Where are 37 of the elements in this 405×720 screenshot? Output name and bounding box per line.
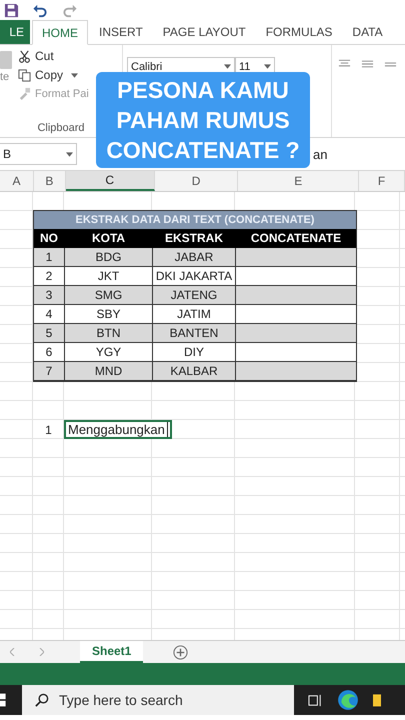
scissors-icon	[18, 50, 31, 62]
search-field[interactable]: Type here to search	[22, 685, 294, 715]
table-cell: MND	[65, 362, 153, 381]
cell-number: 1	[44, 422, 53, 436]
group-label: Clipboard	[36, 122, 86, 134]
name-box[interactable]: B	[0, 143, 77, 165]
search-icon	[34, 692, 49, 708]
copy-button[interactable]: Copy	[18, 68, 89, 82]
save-icon[interactable]	[4, 2, 19, 18]
brush-icon	[18, 87, 31, 100]
dropdown-arrow-icon[interactable]	[71, 72, 78, 78]
cut-button[interactable]: Cut	[18, 49, 89, 63]
dropdown-arrow-icon[interactable]	[66, 152, 73, 156]
ribbon-tab[interactable]: LE	[0, 20, 30, 44]
ribbon-tab[interactable]: HOME	[32, 20, 88, 45]
column-header[interactable]: E	[238, 171, 360, 191]
table-title: EKSTRAK DATA DARI TEXT (CONCATENATE)	[34, 211, 356, 229]
task-view-icon[interactable]	[308, 692, 323, 708]
paste-label[interactable]: te	[0, 71, 14, 83]
table-cell: KALBAR	[153, 362, 236, 381]
sheet-tab[interactable]: Sheet1	[80, 641, 144, 663]
formula-field[interactable]: an	[313, 146, 328, 162]
column-header[interactable]: D	[154, 171, 238, 191]
video-caption: PESONA KAMU PAHAM RUMUS CONCATENATE ?	[96, 72, 310, 168]
align-middle-icon[interactable]	[361, 59, 374, 69]
table-cell: 7	[34, 362, 65, 381]
column-header[interactable]: C	[66, 171, 155, 191]
align-top-icon[interactable]	[338, 59, 351, 69]
browser-icon[interactable]	[337, 689, 359, 711]
copy-icon	[18, 68, 31, 82]
column-header[interactable]: F	[359, 171, 405, 191]
column-header[interactable]: A	[0, 171, 34, 191]
undo-icon[interactable]	[31, 2, 49, 18]
dropdown-arrow-icon[interactable]	[264, 64, 271, 69]
dropdown-arrow-icon[interactable]	[224, 64, 231, 69]
add-sheet-icon[interactable]	[173, 644, 188, 660]
active-cell[interactable]: Menggabungkan	[64, 420, 172, 439]
